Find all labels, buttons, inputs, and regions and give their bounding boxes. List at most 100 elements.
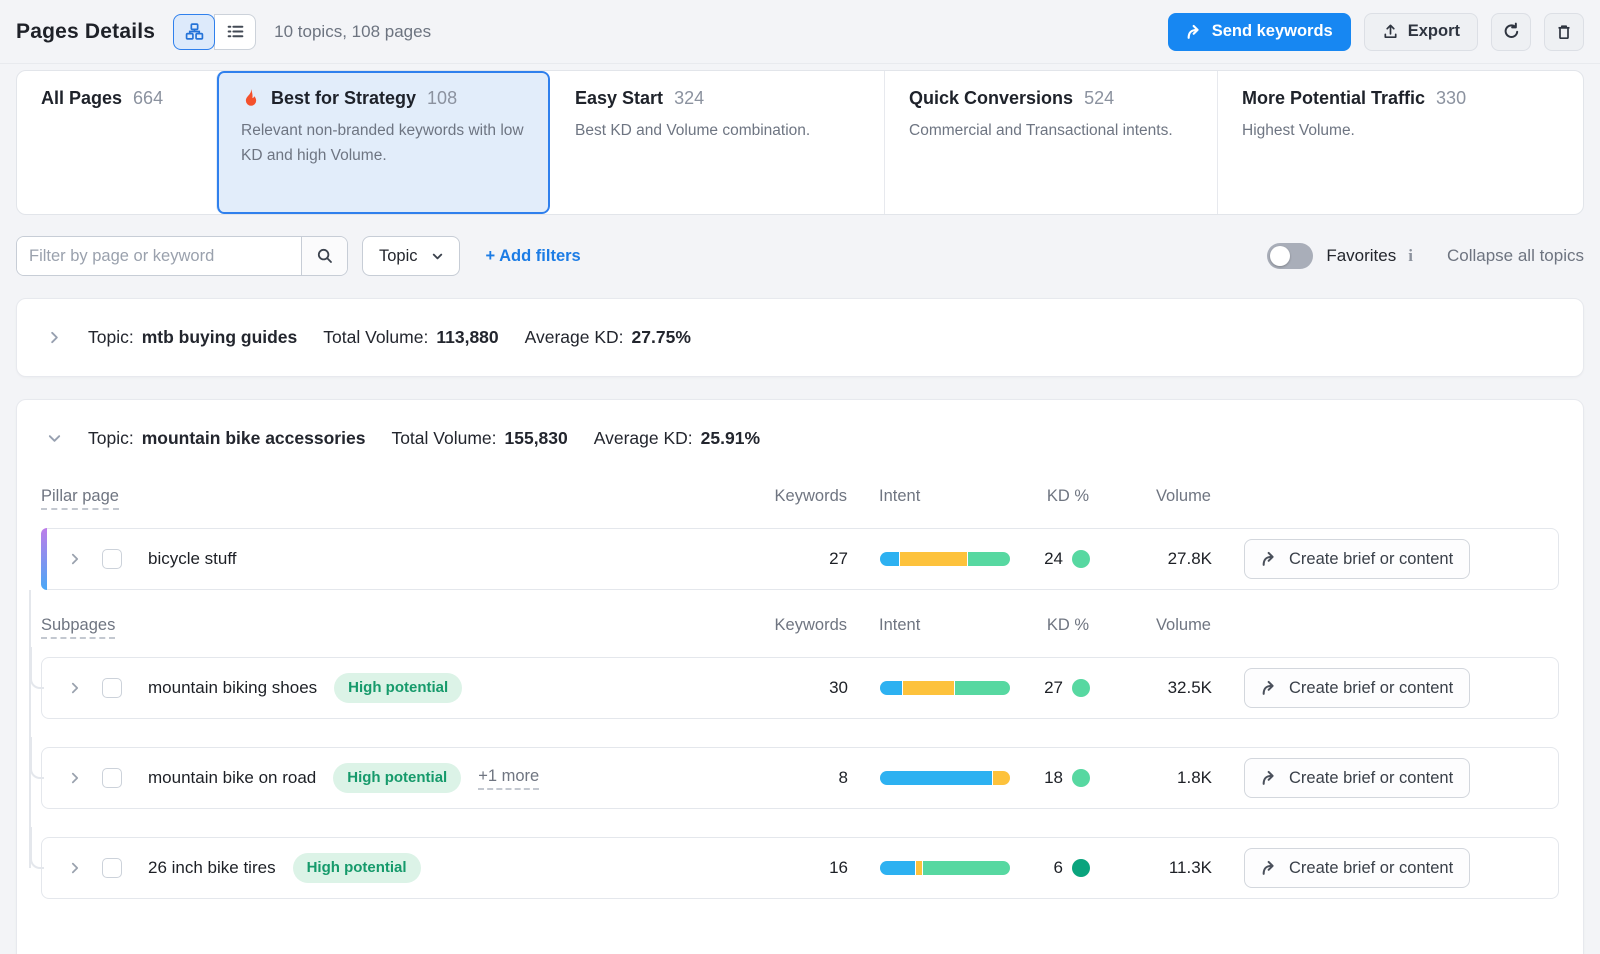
keywords-count: 16	[758, 858, 848, 878]
list-view-icon	[226, 22, 245, 41]
info-icon[interactable]: i	[1408, 246, 1413, 266]
chevron-right-icon[interactable]	[68, 681, 82, 695]
more-badges-link[interactable]: +1 more	[478, 767, 539, 790]
row-checkbox[interactable]	[102, 768, 122, 788]
volume-value: 1.8K	[1102, 768, 1212, 788]
send-arrow-icon	[1261, 770, 1278, 786]
topic-card-mtb-buying-guides: Topic: mtb buying guides Total Volume: 1…	[16, 298, 1584, 377]
kd-column-header: KD %	[1009, 487, 1101, 506]
create-brief-button[interactable]: Create brief or content	[1244, 539, 1470, 579]
send-keywords-button[interactable]: Send keywords	[1168, 13, 1351, 51]
high-potential-badge: High potential	[333, 763, 461, 793]
hierarchy-view-icon	[185, 22, 204, 41]
kd-dot	[1072, 550, 1090, 568]
topic-card-mountain-bike-accessories: Topic: mountain bike accessories Total V…	[16, 399, 1584, 954]
export-button[interactable]: Export	[1364, 13, 1478, 51]
kd-value: 27	[1044, 678, 1063, 698]
page-name: mountain biking shoes	[148, 678, 317, 698]
topics-pages-summary: 10 topics, 108 pages	[274, 22, 431, 42]
keywords-count: 8	[758, 768, 848, 788]
pillar-rows: bicycle stuff 27 24 27.8K	[41, 528, 1559, 590]
intent-column-header: Intent	[847, 487, 1009, 506]
export-icon	[1382, 23, 1399, 40]
chevron-right-icon[interactable]	[68, 771, 82, 785]
tab-more-potential-traffic[interactable]: More Potential Traffic 330 Highest Volum…	[1217, 71, 1583, 214]
row-checkbox[interactable]	[102, 549, 122, 569]
create-brief-button[interactable]: Create brief or content	[1244, 668, 1470, 708]
tab-label: Easy Start	[575, 88, 663, 109]
average-kd-label: Average KD:	[525, 327, 624, 348]
chevron-right-icon[interactable]	[68, 861, 82, 875]
volume-column-header: Volume	[1101, 616, 1211, 635]
add-filters-link[interactable]: + Add filters	[486, 247, 581, 266]
create-brief-label: Create brief or content	[1289, 550, 1453, 569]
kd-dot	[1072, 679, 1090, 697]
topbar-actions: Send keywords Export	[1168, 13, 1584, 51]
search-button[interactable]	[301, 237, 347, 275]
tab-count: 324	[674, 88, 704, 109]
chevron-right-icon[interactable]	[47, 330, 62, 345]
search-box	[16, 236, 348, 276]
collapse-all-topics-link[interactable]: Collapse all topics	[1447, 246, 1584, 266]
tab-easy-start[interactable]: Easy Start 324 Best KD and Volume combin…	[550, 71, 884, 214]
page-name: mountain bike on road	[148, 768, 316, 788]
row-checkbox[interactable]	[102, 678, 122, 698]
topic-name: mountain bike accessories	[142, 428, 366, 449]
topic-header[interactable]: Topic: mountain bike accessories Total V…	[17, 400, 1583, 477]
page-name: bicycle stuff	[148, 549, 237, 569]
tab-count: 108	[427, 88, 457, 109]
tab-count: 664	[133, 88, 163, 109]
high-potential-badge: High potential	[334, 673, 462, 703]
kd-column-header: KD %	[1009, 616, 1101, 635]
subpages-header[interactable]: Subpages	[41, 616, 115, 639]
subpages-header-row: Subpages Keywords Intent KD % Volume	[41, 616, 1559, 635]
kd-dot	[1072, 769, 1090, 787]
refresh-icon	[1502, 22, 1521, 41]
create-brief-button[interactable]: Create brief or content	[1244, 848, 1470, 888]
tab-quick-conversions[interactable]: Quick Conversions 524 Commercial and Tra…	[884, 71, 1217, 214]
average-kd-value: 27.75%	[632, 327, 691, 348]
pillar-page-header[interactable]: Pillar page	[41, 487, 119, 510]
topic-dropdown-label: Topic	[379, 247, 418, 266]
list-view-button[interactable]	[214, 14, 256, 50]
intent-bar	[880, 681, 1010, 695]
topic-summary: Topic: mountain bike accessories Total V…	[88, 428, 760, 449]
chevron-down-icon[interactable]	[47, 431, 62, 446]
pages-table: Pillar page Keywords Intent KD % Volume …	[17, 477, 1583, 954]
trash-icon	[1555, 23, 1573, 41]
topic-name: mtb buying guides	[142, 327, 298, 348]
create-brief-button[interactable]: Create brief or content	[1244, 758, 1470, 798]
total-volume-value: 155,830	[505, 428, 568, 449]
search-input[interactable]	[17, 237, 301, 275]
total-volume-label: Total Volume:	[323, 327, 428, 348]
tab-best-for-strategy[interactable]: Best for Strategy 108 Relevant non-brand…	[216, 71, 550, 214]
average-kd-value: 25.91%	[701, 428, 760, 449]
intent-bar	[880, 771, 1010, 785]
topic-filter-dropdown[interactable]: Topic	[362, 236, 460, 276]
row-checkbox[interactable]	[102, 858, 122, 878]
kd-dot	[1072, 859, 1090, 877]
volume-value: 27.8K	[1102, 549, 1212, 569]
chevron-down-icon	[430, 249, 445, 264]
favorites-label: Favorites	[1326, 246, 1396, 266]
pillar-gradient-accent	[41, 528, 47, 590]
total-volume-label: Total Volume:	[391, 428, 496, 449]
favorites-toggle[interactable]	[1267, 243, 1313, 269]
search-icon	[316, 247, 334, 265]
tab-all-pages[interactable]: All Pages 664	[17, 71, 216, 214]
volume-column-header: Volume	[1101, 487, 1211, 506]
tree-view-button[interactable]	[173, 14, 215, 50]
send-arrow-icon	[1261, 551, 1278, 567]
kd-value: 18	[1044, 768, 1063, 788]
pillar-header-row: Pillar page Keywords Intent KD % Volume	[41, 487, 1559, 506]
preset-tabs: All Pages 664 Best for Strategy 108 Rele…	[16, 70, 1584, 215]
toggle-knob	[1270, 246, 1290, 266]
delete-button[interactable]	[1544, 13, 1584, 51]
send-arrow-icon	[1186, 24, 1203, 40]
top-bar: Pages Details 10 topics, 108 pages	[0, 0, 1600, 64]
chevron-right-icon[interactable]	[68, 552, 82, 566]
refresh-button[interactable]	[1491, 13, 1531, 51]
table-row-26-inch-bike-tires: 26 inch bike tires High potential 16 6 1…	[41, 837, 1559, 899]
page-title: Pages Details	[16, 20, 155, 44]
topic-header[interactable]: Topic: mtb buying guides Total Volume: 1…	[17, 299, 1583, 376]
